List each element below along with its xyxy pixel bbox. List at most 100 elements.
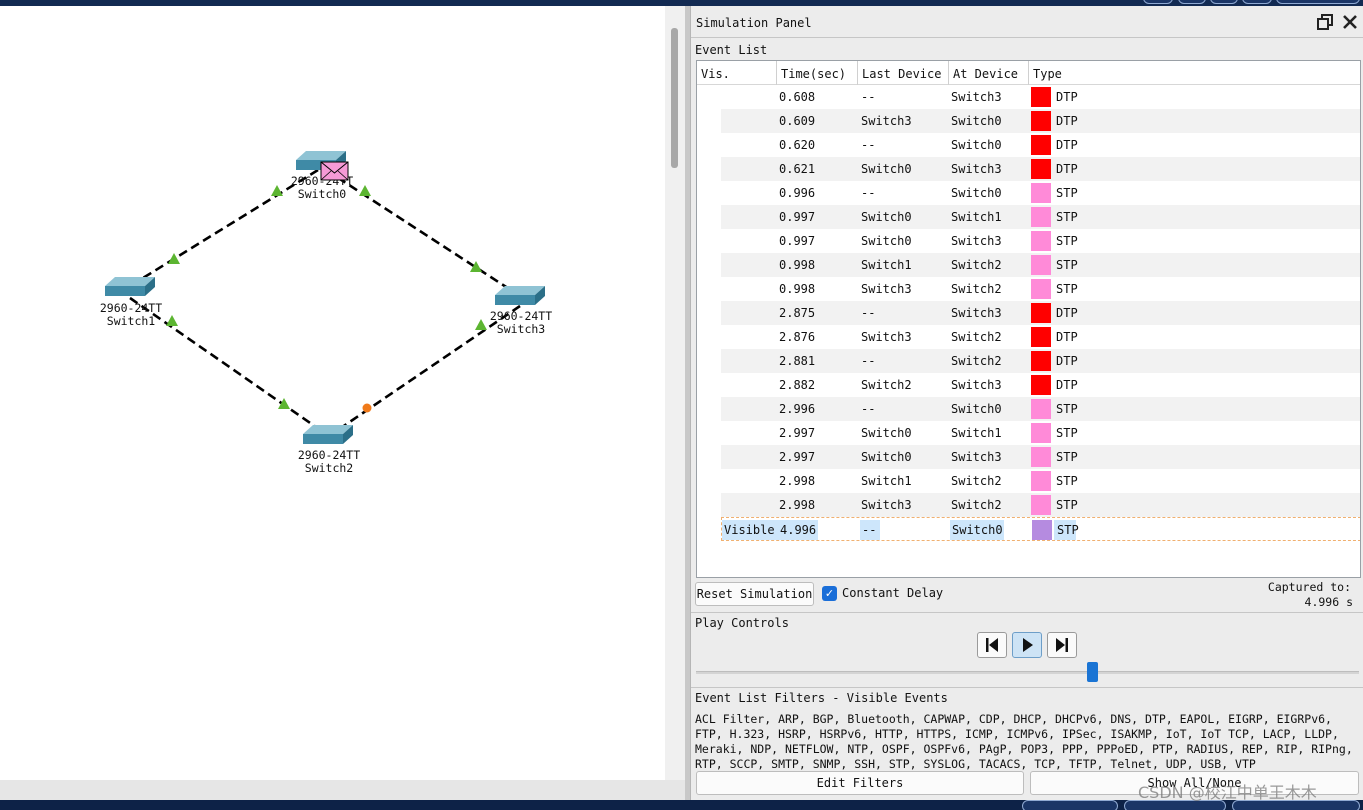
event-type-color-swatch[interactable] [1031,423,1051,443]
window-control[interactable] [1210,0,1238,4]
event-time-cell: 2.998 [779,498,816,512]
event-type-color-swatch[interactable] [1031,471,1051,491]
switch1-icon[interactable] [105,277,155,296]
event-time-cell: 0.609 [779,114,816,128]
event-type-color-swatch[interactable] [1031,399,1051,419]
event-row[interactable]: 2.998 Switch1 Switch2 STP [721,469,1360,493]
event-type-color-swatch[interactable] [1032,520,1052,540]
event-type-color-swatch[interactable] [1031,159,1051,179]
skip-back-icon [986,638,998,652]
play-speed-slider-thumb[interactable] [1087,662,1098,682]
edit-filters-button[interactable]: Edit Filters [696,771,1024,795]
reset-simulation-button[interactable]: Reset Simulation [695,582,814,606]
horizontal-scrollbar[interactable] [0,780,685,800]
event-last-device-cell: -- [862,523,877,537]
link-switch3-switch2[interactable] [331,304,521,436]
event-type-color-swatch[interactable] [1031,231,1051,251]
topology-diagram[interactable]: 2960-24TT Switch0 2960-24TT Switch1 2960… [0,0,665,790]
event-type-cell: STP [1056,234,1078,248]
window-control[interactable] [1143,0,1173,4]
event-row[interactable]: 2.876 Switch3 Switch2 DTP [721,325,1360,349]
event-type-cell: DTP [1056,330,1078,344]
event-time-cell: 0.620 [779,138,816,152]
event-type-color-swatch[interactable] [1031,87,1051,107]
panel-title: Simulation Panel [696,16,812,30]
event-row[interactable]: 2.882 Switch2 Switch3 DTP [721,373,1360,397]
event-type-color-swatch[interactable] [1031,327,1051,347]
capture-forward-button[interactable] [1047,632,1077,658]
vertical-scrollbar-thumb[interactable] [671,28,678,168]
event-row[interactable]: 2.881 -- Switch2 DTP [721,349,1360,373]
event-type-cell: STP [1056,498,1078,512]
play-button[interactable] [1012,632,1042,658]
column-header-time[interactable]: Time(sec) [781,67,846,81]
event-type-color-swatch[interactable] [1031,351,1051,371]
event-last-device-cell: Switch0 [861,450,912,464]
constant-delay-checkbox[interactable]: ✓ [822,586,837,601]
event-type-color-swatch[interactable] [1031,375,1051,395]
restore-window-icon[interactable] [1315,13,1335,33]
switch2-icon[interactable] [303,425,353,444]
visible-events-line: RTP, SCCP, SMTP, SNMP, SSH, STP, SYSLOG,… [695,757,1256,771]
event-row[interactable]: 0.996 -- Switch0 STP [721,181,1360,205]
event-row[interactable]: 0.998 Switch3 Switch2 STP [721,277,1360,301]
play-speed-slider-track[interactable] [696,671,1359,674]
event-time-cell: 0.997 [779,234,816,248]
play-icon [1023,638,1033,652]
column-header-at-device[interactable]: At Device [953,67,1018,81]
event-time-cell: 2.875 [779,306,816,320]
event-row[interactable]: 2.997 Switch0 Switch3 STP [721,445,1360,469]
event-type-color-swatch[interactable] [1031,447,1051,467]
column-header-vis[interactable]: Vis. [701,67,730,81]
event-row[interactable]: 2.998 Switch3 Switch2 STP [721,493,1360,517]
event-type-color-swatch[interactable] [1031,183,1051,203]
event-last-device-cell: Switch3 [861,330,912,344]
event-row[interactable]: 0.621 Switch0 Switch3 DTP [721,157,1360,181]
event-type-color-swatch[interactable] [1031,111,1051,131]
event-type-color-swatch[interactable] [1031,303,1051,323]
window-control[interactable] [1276,0,1360,4]
event-list-table[interactable]: Vis. Time(sec) Last Device At Device Typ… [696,60,1361,578]
event-at-device-cell: Switch1 [951,426,1002,440]
event-row[interactable]: 0.609 Switch3 Switch0 DTP [721,109,1360,133]
event-at-device-cell: Switch2 [951,498,1002,512]
event-at-device-cell: Switch0 [951,186,1002,200]
event-row[interactable]: 0.997 Switch0 Switch3 STP [721,229,1360,253]
switch3-model-label: 2960-24TT [490,309,552,323]
event-row[interactable]: 0.620 -- Switch0 DTP [721,133,1360,157]
link-switch0-switch1[interactable] [129,168,319,288]
column-header-type[interactable]: Type [1033,67,1062,81]
event-at-device-cell: Switch0 [951,114,1002,128]
link-up-indicator [166,315,178,326]
event-type-cell: STP [1056,402,1078,416]
event-type-color-swatch[interactable] [1031,495,1051,515]
link-switch1-switch2[interactable] [129,296,327,436]
event-row[interactable]: 2.875 -- Switch3 DTP [721,301,1360,325]
close-icon[interactable] [1340,13,1360,33]
event-last-device-cell: -- [861,90,876,104]
event-at-device-cell: Switch3 [951,162,1002,176]
event-type-cell: DTP [1056,306,1078,320]
event-at-device-cell: Switch3 [951,234,1002,248]
back-button[interactable] [977,632,1007,658]
link-switch0-switch3[interactable] [325,168,521,298]
event-type-color-swatch[interactable] [1031,135,1051,155]
event-type-color-swatch[interactable] [1031,279,1051,299]
event-row[interactable]: 0.998 Switch1 Switch2 STP [721,253,1360,277]
event-type-color-swatch[interactable] [1031,255,1051,275]
pdu-envelope-icon[interactable] [320,161,349,181]
window-control[interactable] [1178,0,1206,4]
taskbar-item[interactable] [1022,800,1118,810]
current-event-row[interactable]: Visible 4.996 -- Switch0 STP [721,517,1360,541]
event-row[interactable]: 2.996 -- Switch0 STP [721,397,1360,421]
event-row[interactable]: 2.997 Switch0 Switch1 STP [721,421,1360,445]
visible-events-line: ACL Filter, ARP, BGP, Bluetooth, CAPWAP,… [695,712,1332,726]
event-row[interactable]: 0.608 -- Switch3 DTP [721,85,1360,109]
window-control[interactable] [1242,0,1272,4]
column-header-last-device[interactable]: Last Device [862,67,941,81]
event-row[interactable]: 0.997 Switch0 Switch1 STP [721,205,1360,229]
simulation-panel: Simulation Panel Event List Vis. Time(se… [690,6,1363,800]
event-at-device-cell: Switch3 [951,90,1002,104]
switch3-icon[interactable] [495,286,545,305]
event-type-color-swatch[interactable] [1031,207,1051,227]
